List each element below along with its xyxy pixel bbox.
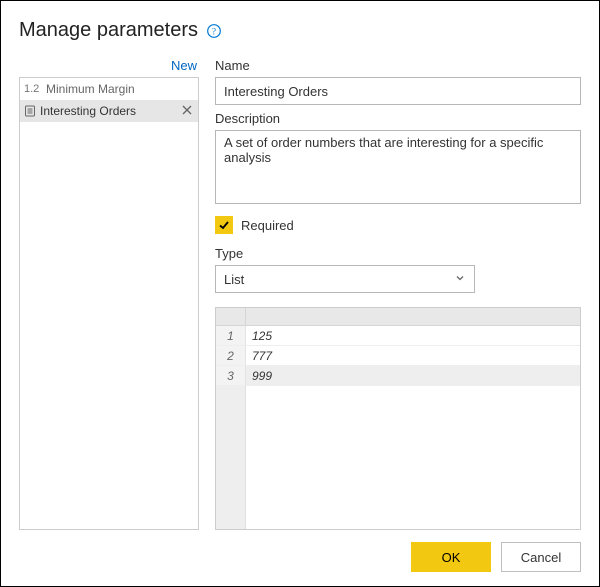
- delete-parameter-icon[interactable]: [180, 104, 194, 118]
- row-number: 2: [216, 346, 246, 365]
- ok-button[interactable]: OK: [411, 542, 491, 572]
- parameter-label: Interesting Orders: [40, 104, 176, 118]
- parameter-label: Minimum Margin: [46, 82, 194, 96]
- dialog-content: New 1.2 Minimum Margin Interesting Order…: [19, 56, 581, 530]
- name-input[interactable]: [215, 77, 581, 105]
- parameter-list: 1.2 Minimum Margin Interesting Orders: [19, 77, 199, 530]
- type-select[interactable]: List: [215, 265, 475, 293]
- svg-text:?: ?: [212, 26, 216, 36]
- parameter-item-interesting-orders[interactable]: Interesting Orders: [20, 100, 198, 122]
- parameter-item-minimum-margin[interactable]: 1.2 Minimum Margin: [20, 78, 198, 100]
- dialog-header: Manage parameters ?: [19, 19, 581, 42]
- list-icon: [24, 105, 36, 117]
- row-number: 1: [216, 326, 246, 345]
- row-value[interactable]: 125: [246, 326, 580, 345]
- manage-parameters-dialog: Manage parameters ? New 1.2 Minimum Marg…: [0, 0, 600, 587]
- chevron-down-icon: [454, 272, 466, 287]
- row-value[interactable]: 777: [246, 346, 580, 365]
- required-row: Required: [215, 216, 581, 234]
- dialog-footer: OK Cancel: [19, 530, 581, 572]
- name-label: Name: [215, 58, 581, 73]
- cancel-button[interactable]: Cancel: [501, 542, 581, 572]
- help-icon[interactable]: ?: [206, 23, 222, 39]
- left-pane: New 1.2 Minimum Margin Interesting Order…: [19, 56, 199, 530]
- row-number: 3: [216, 366, 246, 385]
- required-label: Required: [241, 218, 294, 233]
- grid-row[interactable]: 3 999: [216, 366, 580, 386]
- type-value: List: [224, 272, 244, 287]
- description-label: Description: [215, 111, 581, 126]
- grid-header: [216, 308, 580, 326]
- parameter-type-prefix: 1.2: [24, 83, 42, 95]
- row-value[interactable]: 999: [246, 366, 580, 385]
- dialog-title: Manage parameters: [19, 19, 198, 42]
- grid-row[interactable]: 1 125: [216, 326, 580, 346]
- list-values-grid[interactable]: 1 125 2 777 3 999: [215, 307, 581, 530]
- description-input[interactable]: A set of order numbers that are interest…: [215, 130, 581, 204]
- new-parameter-link[interactable]: New: [19, 56, 199, 77]
- right-pane: Name Description A set of order numbers …: [215, 56, 581, 530]
- type-label: Type: [215, 246, 581, 261]
- required-checkbox[interactable]: [215, 216, 233, 234]
- grid-row[interactable]: 2 777: [216, 346, 580, 366]
- grid-rows: 1 125 2 777 3 999: [216, 326, 580, 529]
